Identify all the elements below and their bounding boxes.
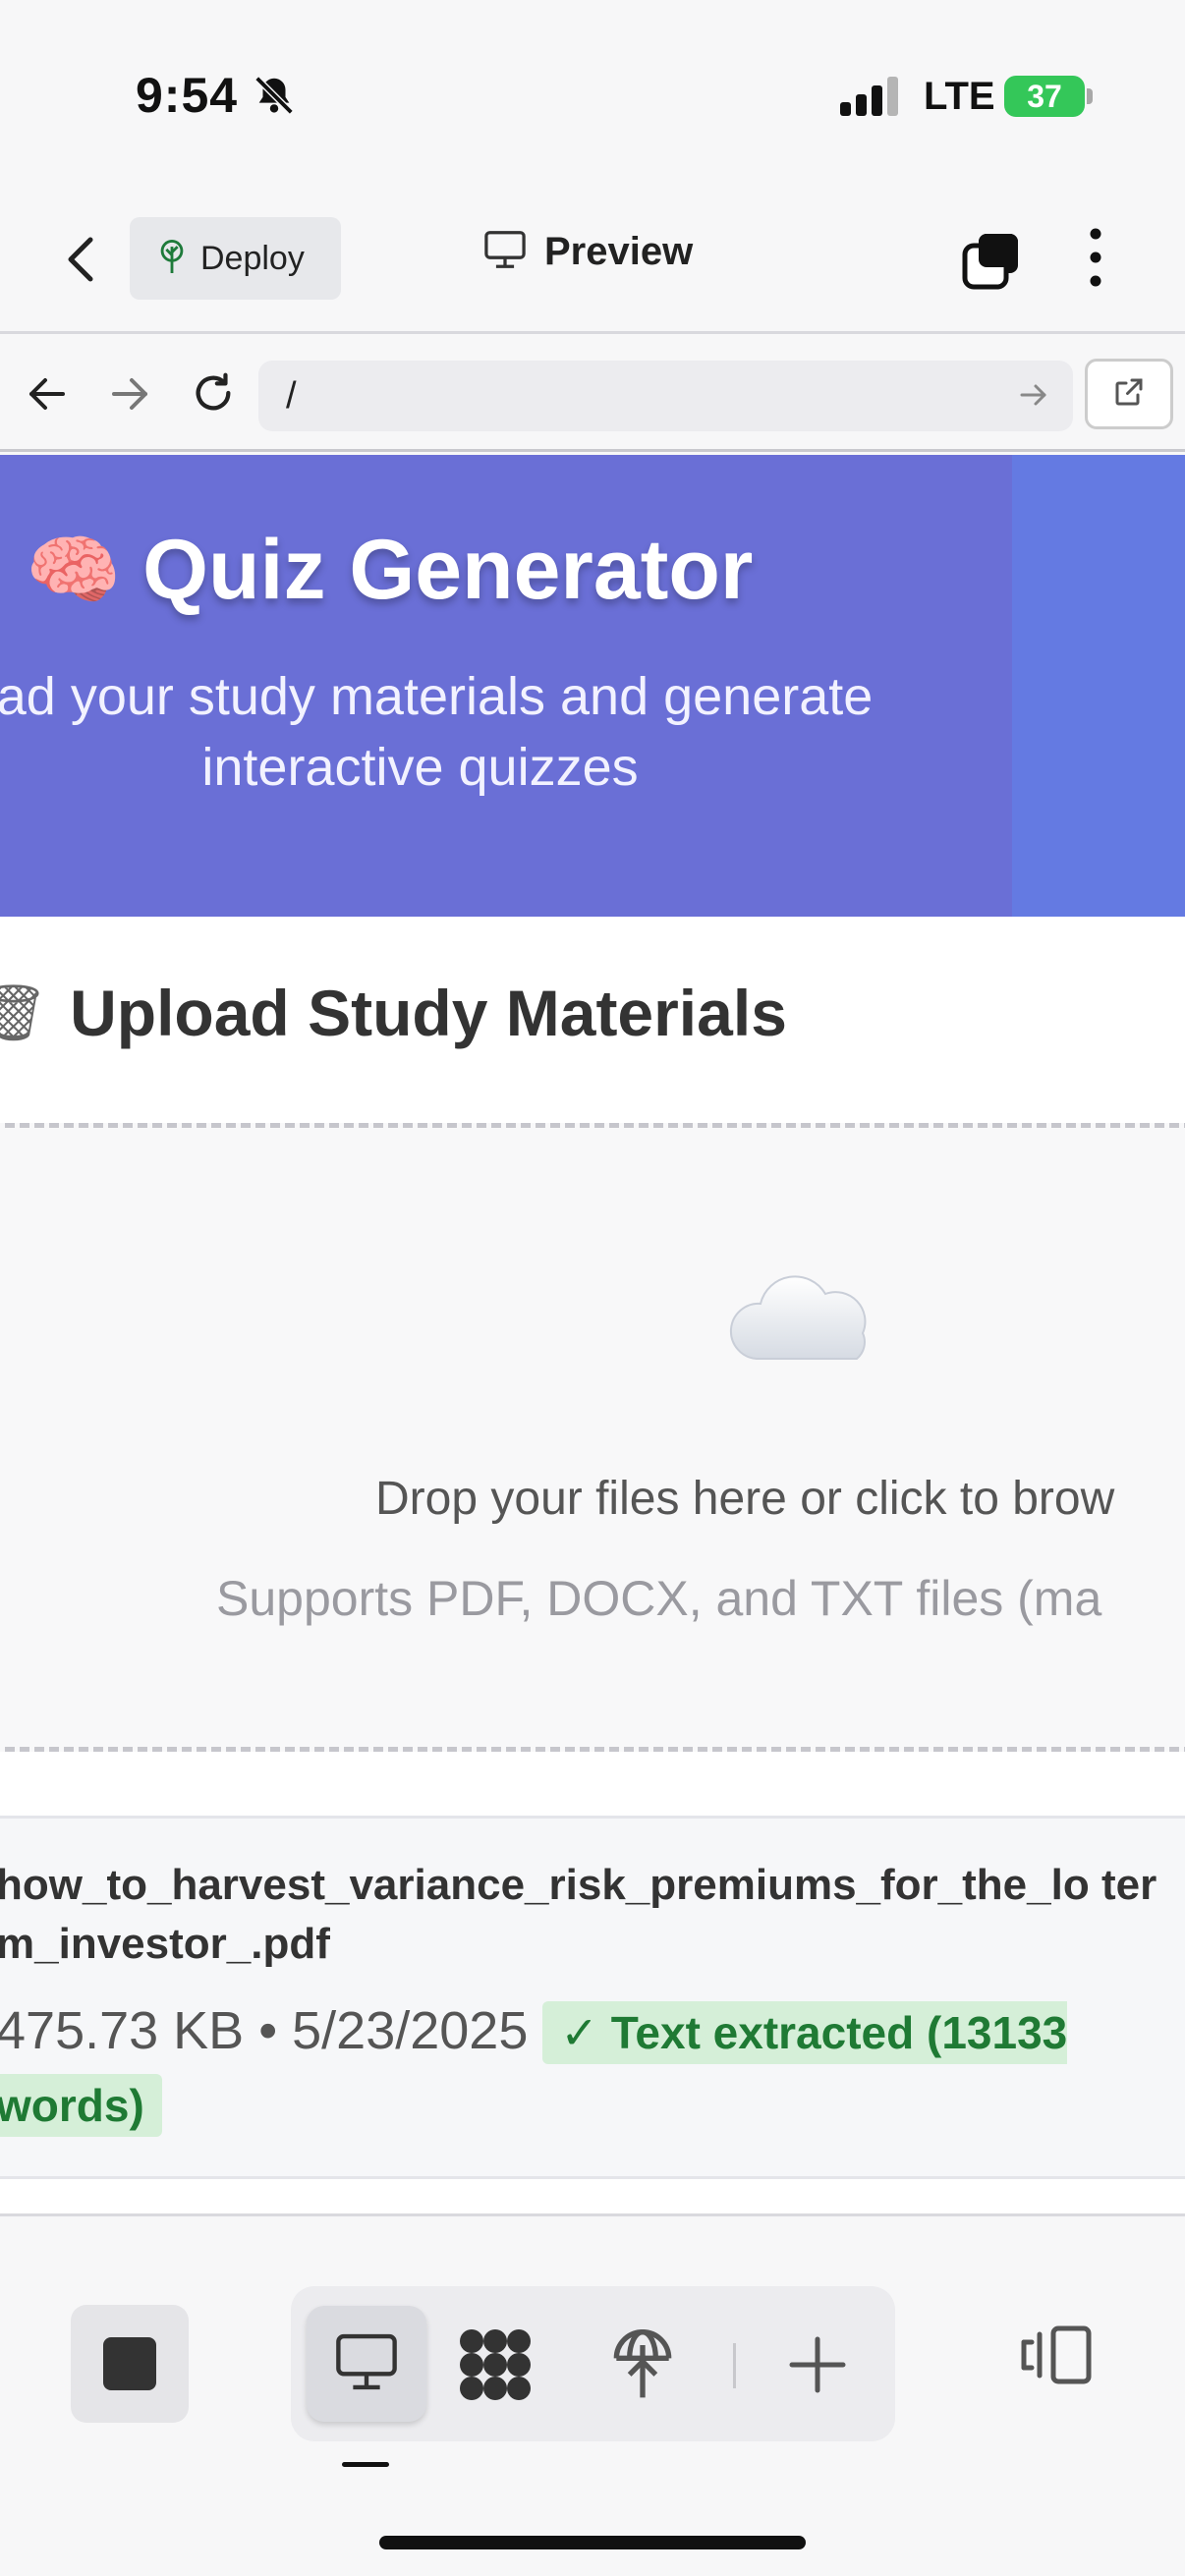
preview-label: Preview <box>544 230 694 273</box>
dropzone-support-text: Supports PDF, DOCX, and TXT files (ma <box>216 1571 1102 1626</box>
battery-level: 37 <box>1027 78 1062 114</box>
browser-bar: / <box>0 337 1185 452</box>
deploy-mode-icon[interactable] <box>603 2325 682 2409</box>
external-link-icon <box>1111 374 1147 415</box>
monitor-icon <box>334 2332 399 2396</box>
mode-switcher <box>291 2286 895 2441</box>
go-arrow-icon[interactable] <box>1018 380 1049 415</box>
app-toolbar: Deploy Preview <box>0 196 1185 334</box>
stop-button[interactable] <box>71 2305 189 2423</box>
back-chevron-icon[interactable] <box>61 234 100 290</box>
hero-title-row: 🧠 Quiz Generator <box>26 522 753 619</box>
reload-icon[interactable] <box>191 370 236 420</box>
file-date: 5/23/2025 <box>292 2001 529 2060</box>
home-indicator[interactable] <box>379 2536 806 2549</box>
meta-separator: • <box>258 2001 278 2060</box>
battery-icon: 37 <box>1004 76 1085 117</box>
preview-tab[interactable]: Preview <box>483 230 693 274</box>
hero-subtitle: oad your study materials and generate in… <box>0 667 874 797</box>
page-title: Quiz Generator <box>142 523 754 617</box>
upload-heading: Upload Study Materials <box>70 977 787 1049</box>
monitor-icon <box>483 230 527 274</box>
upload-section-heading: 🗑 Upload Study Materials <box>0 976 787 1050</box>
hero-banner: 🧠 Quiz Generator oad your study material… <box>0 455 1185 917</box>
battery-cap <box>1087 88 1093 104</box>
brain-emoji-icon: 🧠 <box>26 526 122 613</box>
hero-banner-edge <box>1012 455 1185 917</box>
deploy-label: Deploy <box>200 239 305 277</box>
bell-off-icon <box>252 73 297 123</box>
more-vertical-icon[interactable] <box>1081 226 1110 294</box>
deploy-button[interactable]: Deploy <box>130 217 341 300</box>
tabs-icon[interactable] <box>961 230 1022 296</box>
file-meta: 475.73 KB • 5/23/2025 ✓ Text extracted (… <box>0 1995 1165 2141</box>
active-mode-indicator <box>342 2462 389 2467</box>
file-size: 475.73 KB <box>0 2001 245 2060</box>
cloud-icon <box>727 1265 884 1378</box>
dropzone-instruction: Drop your files here or click to brow <box>375 1473 1115 1525</box>
nav-forward-arrow-icon[interactable] <box>108 374 151 419</box>
uploaded-file-card[interactable]: how_to_harvest_variance_risk_premiums_fo… <box>0 1816 1185 2179</box>
mode-divider <box>733 2343 736 2388</box>
file-dropzone[interactable]: Drop your files here or click to brow Su… <box>0 1123 1185 1752</box>
bottom-toolbar <box>0 2213 1185 2576</box>
url-input[interactable]: / <box>258 361 1073 431</box>
stop-icon <box>103 2337 156 2390</box>
open-external-button[interactable] <box>1085 359 1173 429</box>
panel-toggle-icon[interactable] <box>1018 2324 1097 2390</box>
web-preview: 🧠 Quiz Generator oad your study material… <box>0 455 1185 2213</box>
network-type: LTE <box>924 75 995 118</box>
trash-emoji-icon: 🗑 <box>0 981 49 1043</box>
extensions-blocks-icon[interactable] <box>456 2325 535 2409</box>
add-icon[interactable] <box>778 2325 857 2409</box>
nav-back-arrow-icon[interactable] <box>26 374 69 419</box>
status-bar: 9:54 LTE 37 <box>0 0 1185 196</box>
file-name: how_to_harvest_variance_risk_premiums_fo… <box>0 1861 1157 1968</box>
deploy-tree-icon <box>155 238 189 280</box>
desktop-mode-button[interactable] <box>307 2306 426 2422</box>
status-time: 9:54 <box>136 68 239 123</box>
cellular-signal-icon <box>840 77 901 121</box>
url-text: / <box>286 374 297 417</box>
